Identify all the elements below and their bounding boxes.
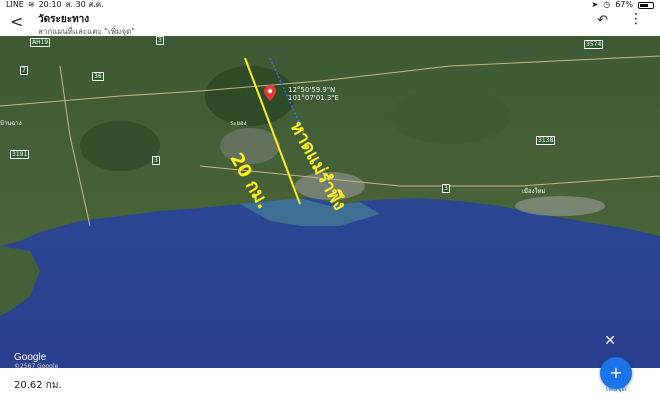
plus-icon: +	[609, 363, 623, 382]
screen: LINE ≋ 20:10 ส. 30 ส.ค. ➤ ◷ 67% < วัดระย…	[0, 0, 660, 400]
add-point-label[interactable]: เพิ่มจุด	[606, 384, 626, 395]
battery-percent: 67%	[615, 0, 633, 9]
road-label: 3	[442, 184, 450, 193]
total-distance: 20.62 กม.	[14, 380, 62, 391]
place-label: เมืองใหม่	[522, 188, 546, 195]
satellite-map[interactable]: AH19 7 36 3 3 3574 3138 3191 3 ระยอง บ้า…	[0, 36, 660, 368]
road-label: 3	[152, 156, 160, 165]
place-label: บ้านฉาง	[0, 120, 22, 127]
time-label: 20:10	[38, 0, 62, 9]
more-options-button[interactable]: ⋮	[629, 11, 644, 27]
bottom-bar: 20.62 กม.	[0, 368, 660, 400]
date-label: ส. 30 ส.ค.	[65, 0, 104, 9]
coordinates-label: 12°50'59.9"N 101°07'01.3"E	[288, 86, 339, 102]
close-icon[interactable]: ✕	[604, 333, 616, 349]
forest-patch	[390, 88, 510, 144]
undo-button[interactable]: ↶	[597, 13, 608, 28]
urban-area	[515, 196, 605, 216]
battery-icon	[638, 1, 654, 9]
alarm-icon: ◷	[603, 0, 611, 9]
road-label: 3574	[584, 40, 604, 49]
location-icon: ➤	[591, 0, 599, 9]
carrier-label: LINE	[6, 0, 24, 9]
road-label: 7	[20, 66, 28, 75]
app-header: < วัดระยะทาง ลากแผนที่และแตะ "เพิ่มจุด" …	[0, 10, 660, 36]
road-label: AH19	[30, 38, 51, 47]
road-label: 3138	[536, 136, 556, 145]
place-label: ระยอง	[230, 120, 247, 127]
wifi-icon: ≋	[27, 0, 35, 9]
forest-patch	[205, 66, 295, 126]
location-pin-icon[interactable]	[264, 85, 276, 101]
status-bar: LINE ≋ 20:10 ส. 30 ส.ค. ➤ ◷ 67%	[0, 0, 660, 10]
road-label: 3191	[10, 150, 30, 159]
google-logo: Google	[14, 352, 47, 363]
forest-patch	[80, 121, 160, 171]
road-label: 36	[92, 72, 104, 81]
back-button[interactable]: <	[10, 12, 23, 31]
road-label: 3	[156, 36, 164, 45]
